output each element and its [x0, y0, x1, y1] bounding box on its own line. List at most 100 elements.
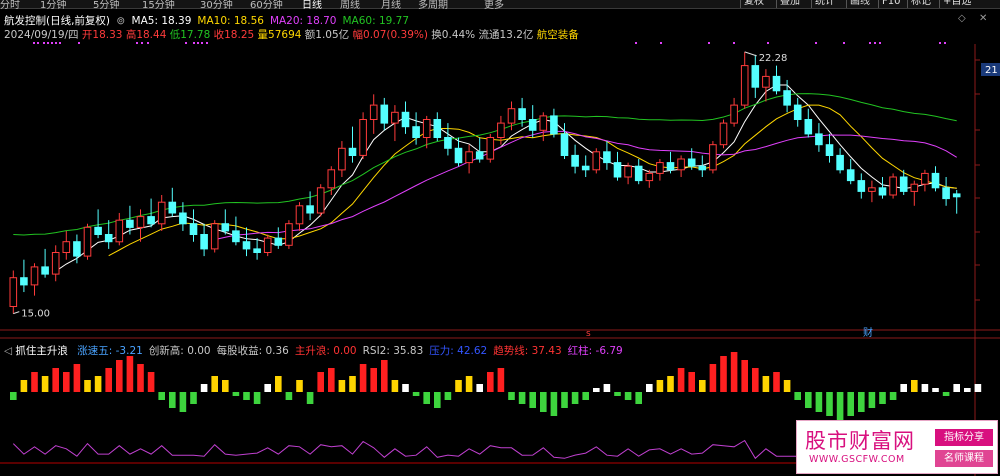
- indicator-bar-65: [699, 380, 706, 392]
- candle-body-22: [242, 241, 251, 250]
- indicator-bar-11: [126, 356, 134, 392]
- indicator-bar-35: [381, 360, 388, 392]
- candle-body-26: [285, 223, 293, 246]
- indicator-bar-12: [137, 364, 144, 392]
- candle-body-2: [30, 266, 39, 286]
- candle-body-56: [603, 151, 611, 164]
- ma20-line: [214, 130, 957, 241]
- indicator-value-7: 红柱: -6.79: [567, 345, 623, 357]
- indicator-bar-14: [158, 392, 165, 400]
- indicator-bar-44: [476, 384, 483, 392]
- candle-body-57: [613, 162, 622, 178]
- signal-dot-12: [193, 42, 195, 44]
- signal-dot-13: [197, 42, 199, 44]
- candle-body-27: [295, 205, 304, 225]
- candle-body-79: [846, 169, 855, 182]
- indicator-bar-6: [73, 364, 81, 392]
- indicator-bar-29: [317, 372, 324, 392]
- candle-body-33: [359, 119, 367, 156]
- high-marker-label: 22.28: [759, 53, 788, 64]
- candle-body-72: [772, 75, 781, 92]
- indicator-bar-50: [540, 392, 547, 412]
- indicator-value-3: 主升浪: 0.00: [294, 345, 357, 357]
- candle-body-31: [338, 147, 346, 171]
- candle-body-82: [878, 187, 887, 196]
- candle-body-50: [539, 115, 548, 131]
- candle-body-55: [592, 151, 601, 171]
- indicator-bar-62: [667, 376, 674, 392]
- candle-body-18: [200, 234, 208, 250]
- indicator-name[interactable]: 抓住主升浪: [15, 345, 68, 357]
- indicator-bar-60: [646, 384, 653, 392]
- event-marker-cai: 财: [863, 326, 873, 339]
- indicator-bar-38: [412, 392, 420, 396]
- watermark: 股市财富网 WWW.GSCFW.COM 指标分享 名师课程: [796, 420, 998, 474]
- indicator-bar-56: [603, 384, 611, 392]
- candle-body-68: [730, 104, 738, 124]
- candle-body-75: [804, 119, 813, 135]
- candle-body-49: [528, 119, 537, 131]
- indicator-bar-63: [677, 368, 685, 392]
- indicator-bar-66: [709, 364, 717, 392]
- price-axis-tag-label: 21: [985, 65, 998, 76]
- indicator-value-2: 每股收益: 0.36: [216, 345, 289, 357]
- indicator-bar-17: [190, 392, 197, 404]
- candle-body-9: [104, 234, 113, 243]
- signal-dot-0: [33, 42, 35, 44]
- indicator-bar-13: [147, 372, 155, 392]
- candle-body-24: [263, 237, 272, 254]
- candle-body-43: [465, 151, 473, 164]
- candle-body-52: [560, 133, 569, 156]
- indicator-arrow-icon[interactable]: ◁: [4, 345, 12, 357]
- candle-body-36: [391, 111, 399, 124]
- indicator-bar-48: [518, 392, 526, 404]
- candle-body-85: [910, 183, 919, 192]
- candle-body-69: [740, 65, 749, 106]
- candle-body-51: [550, 115, 558, 135]
- candle-body-54: [581, 165, 590, 171]
- candle-body-45: [486, 137, 495, 160]
- candle-body-30: [327, 169, 336, 189]
- candle-body-88: [942, 187, 950, 200]
- candle-body-59: [634, 165, 643, 182]
- candle-body-20: [221, 223, 230, 232]
- candle-body-0: [9, 277, 18, 308]
- low-marker-label: 15.00: [21, 309, 50, 320]
- indicator-bar-21: [232, 392, 240, 396]
- indicator-value-1: 创新高: 0.00: [148, 345, 211, 357]
- indicator-value-0: 涨速五: -3.21: [77, 345, 143, 357]
- indicator-bar-33: [359, 364, 367, 392]
- indicator-bar-2: [31, 372, 38, 392]
- candle-body-41: [444, 137, 452, 149]
- candle-body-8: [94, 226, 102, 236]
- indicator-bar-30: [328, 368, 335, 392]
- candle-body-81: [868, 187, 876, 192]
- candle-body-15: [168, 201, 177, 214]
- indicator-bar-58: [624, 392, 632, 400]
- indicator-bar-5: [63, 372, 70, 392]
- candle-body-44: [475, 151, 484, 160]
- indicator-bar-26: [285, 392, 293, 400]
- indicator-bar-32: [349, 376, 356, 392]
- candle-body-23: [253, 248, 261, 253]
- candle-body-29: [316, 187, 325, 214]
- indicator-bar-36: [391, 380, 399, 392]
- signal-dot-4: [51, 42, 53, 44]
- candle-body-17: [189, 223, 198, 235]
- indicator-bar-4: [52, 368, 59, 392]
- candle-body-40: [433, 119, 442, 138]
- indicator-bar-67: [720, 356, 727, 392]
- candle-body-77: [825, 144, 834, 156]
- candle-body-53: [571, 154, 579, 167]
- indicator-bar-10: [116, 360, 123, 392]
- candle-body-70: [751, 65, 760, 88]
- candle-body-11: [126, 219, 134, 228]
- candle-body-83: [889, 176, 897, 196]
- indicator-bar-86: [921, 384, 929, 392]
- indicator-value-6: 趋势线: 37.43: [493, 345, 562, 357]
- indicator-bar-49: [529, 392, 536, 408]
- indicator-bar-3: [41, 376, 49, 392]
- candle-body-76: [815, 133, 823, 146]
- kline-chart[interactable]: 22.28 15.00 s 财 21: [0, 0, 1000, 476]
- indicator-bar-83: [889, 392, 897, 400]
